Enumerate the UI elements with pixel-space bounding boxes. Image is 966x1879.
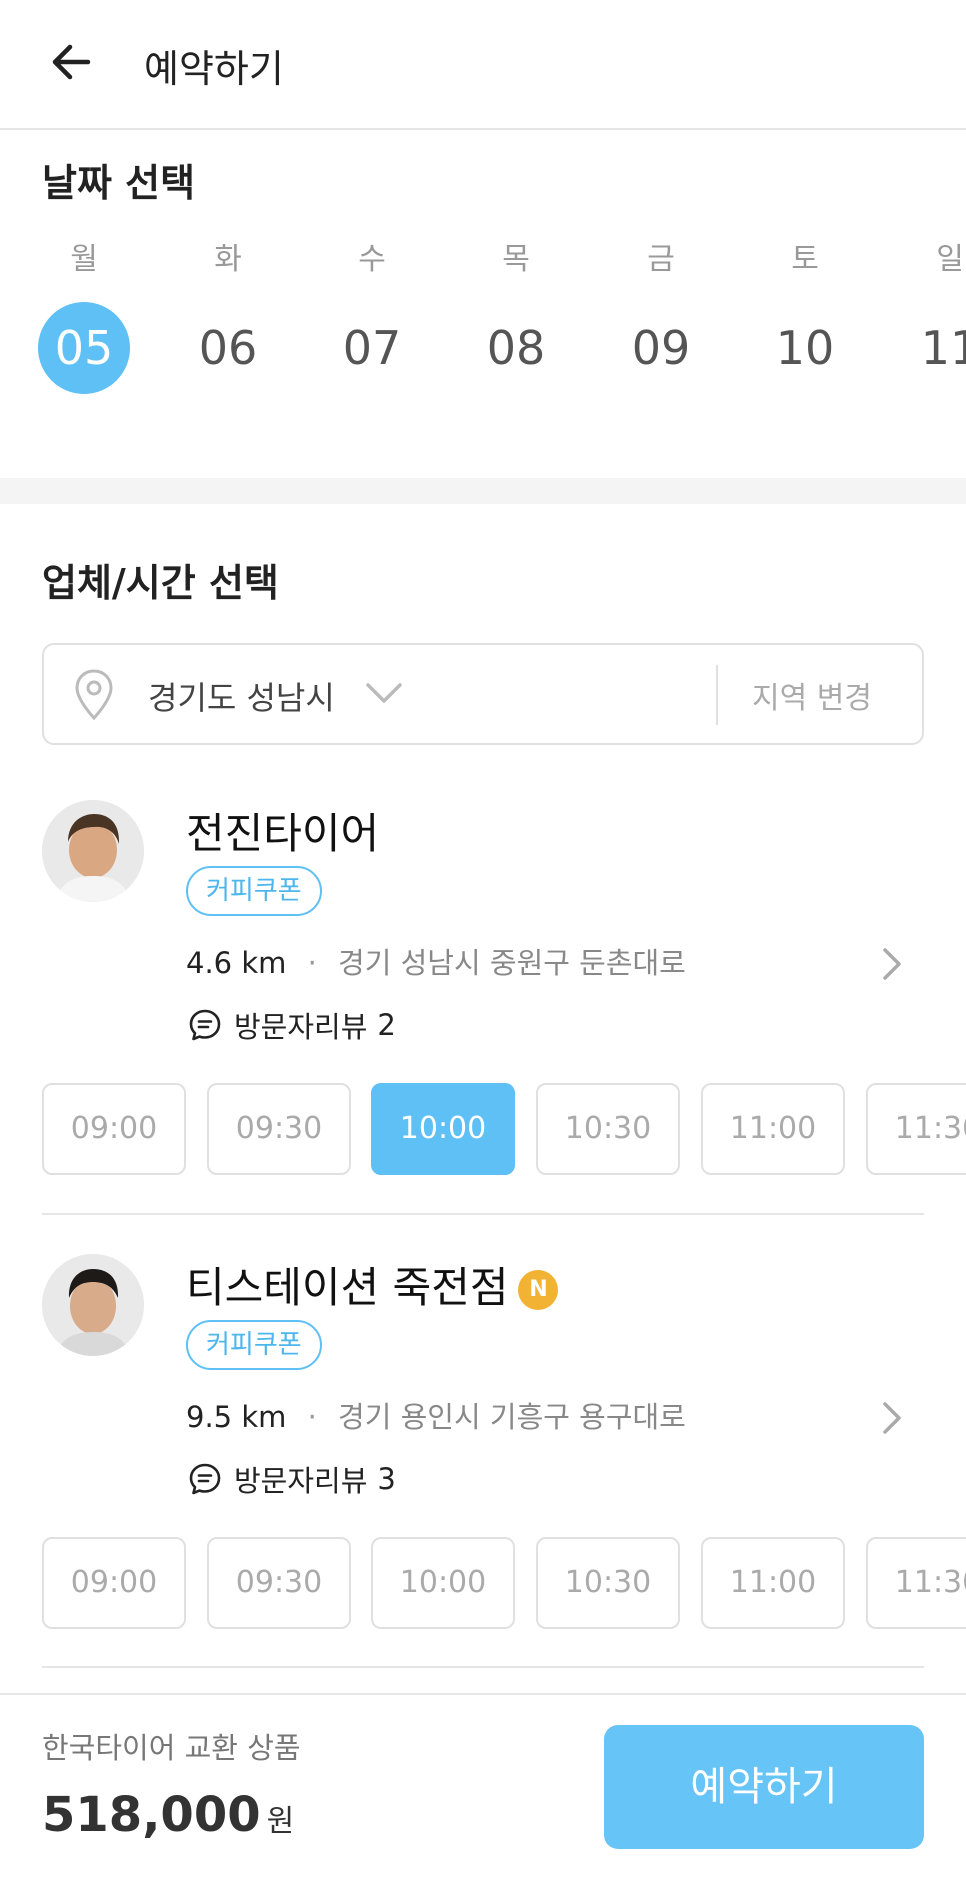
- review-label: 방문자리뷰: [234, 1010, 368, 1044]
- time-slot[interactable]: 11:00: [701, 1537, 845, 1629]
- date-number: 06: [198, 321, 258, 375]
- time-slot[interactable]: 11:30: [866, 1537, 966, 1629]
- weekday-label: 금: [647, 242, 675, 277]
- location-pin-icon: [75, 669, 113, 721]
- date-item-10[interactable]: 토 10: [750, 240, 860, 394]
- review-count: 2: [377, 1008, 396, 1042]
- new-badge: N: [518, 1270, 559, 1310]
- address: 경기 용인시 기흥구 용구대로: [338, 1400, 686, 1434]
- date-item-06[interactable]: 화 06: [173, 240, 283, 394]
- shop-name[interactable]: 티스테이션 죽전점 N: [186, 1254, 559, 1315]
- weekday-label: 화: [214, 242, 242, 277]
- divider: [42, 1666, 924, 1668]
- app-header: 예약하기: [0, 0, 966, 130]
- avatar: [42, 800, 144, 902]
- time-slot[interactable]: 10:30: [536, 1537, 680, 1629]
- coupon-badge: 커피쿠폰: [186, 1320, 322, 1370]
- date-number: 09: [631, 321, 691, 375]
- total-price: 518,000 원: [42, 1787, 294, 1843]
- date-item-07[interactable]: 수 07: [317, 240, 427, 394]
- shop-name-text: 티스테이션 죽전점: [186, 1263, 509, 1312]
- distance: 4.6 km: [186, 946, 287, 980]
- date-item-09[interactable]: 금 09: [606, 240, 716, 394]
- address: 경기 성남시 중원구 둔촌대로: [338, 946, 686, 980]
- shop-meta: 4.6 km · 경기 성남시 중원구 둔촌대로: [186, 940, 686, 982]
- separator: ·: [307, 1400, 317, 1434]
- distance: 9.5 km: [186, 1400, 287, 1434]
- weekday-label: 토: [791, 242, 819, 277]
- review-link[interactable]: 방문자리뷰 3: [188, 1458, 396, 1500]
- time-slot[interactable]: 09:30: [207, 1537, 351, 1629]
- separator: ·: [307, 946, 317, 980]
- time-slot[interactable]: 09:30: [207, 1083, 351, 1175]
- vendor-section-title: 업체/시간 선택: [42, 561, 279, 605]
- avatar: [42, 1254, 144, 1356]
- time-slot[interactable]: 10:30: [536, 1083, 680, 1175]
- date-number: 05: [38, 302, 130, 394]
- weekday-label: 월: [70, 242, 98, 277]
- currency-unit: 원: [266, 1804, 295, 1839]
- shop-name[interactable]: 전진타이어: [186, 800, 379, 861]
- time-slot[interactable]: 11:00: [701, 1083, 845, 1175]
- weekday-label: 목: [502, 242, 530, 277]
- time-slot[interactable]: 09:00: [42, 1083, 186, 1175]
- time-slot-row: 09:00 09:30 10:00 10:30 11:00 11:30: [0, 1083, 966, 1177]
- chevron-right-icon[interactable]: [880, 946, 904, 982]
- coupon-badge: 커피쿠폰: [186, 866, 322, 916]
- product-label: 한국타이어 교환 상품: [42, 1731, 301, 1765]
- time-slot[interactable]: 09:00: [42, 1537, 186, 1629]
- arrow-left-icon: [52, 44, 91, 80]
- back-button[interactable]: [44, 34, 100, 90]
- divider: [716, 665, 718, 725]
- date-number: 11: [920, 321, 966, 375]
- chevron-down-icon[interactable]: [364, 681, 404, 705]
- divider: [42, 1213, 924, 1215]
- review-label: 방문자리뷰: [234, 1464, 368, 1498]
- review-count: 3: [377, 1462, 396, 1496]
- date-picker: 월 05 화 06 수 07 목 08 금 09 토 10 일 11: [0, 240, 966, 410]
- chat-bubble-icon: [189, 1009, 221, 1041]
- date-number: 08: [486, 321, 546, 375]
- location-selector[interactable]: 경기도 성남시 지역 변경: [42, 643, 924, 745]
- review-link[interactable]: 방문자리뷰 2: [188, 1004, 396, 1046]
- bottom-bar: 한국타이어 교환 상품 518,000 원 예약하기: [0, 1693, 966, 1879]
- time-slot-row: 09:00 09:30 10:00 10:30 11:00 11:30: [0, 1537, 966, 1631]
- chevron-right-icon[interactable]: [880, 1400, 904, 1436]
- price-value: 518,000: [42, 1787, 261, 1843]
- reserve-button[interactable]: 예약하기: [604, 1725, 924, 1849]
- page-title: 예약하기: [144, 47, 284, 91]
- weekday-label: 수: [358, 242, 386, 277]
- time-slot[interactable]: 10:00: [371, 1537, 515, 1629]
- date-item-08[interactable]: 목 08: [461, 240, 571, 394]
- location-value: 경기도 성남시: [148, 679, 335, 717]
- date-item-11[interactable]: 일 11: [895, 240, 966, 394]
- time-slot[interactable]: 11:30: [866, 1083, 966, 1175]
- weekday-label: 일: [936, 242, 964, 277]
- date-number: 10: [775, 321, 835, 375]
- section-separator: [0, 478, 966, 504]
- chat-bubble-icon: [189, 1463, 221, 1495]
- shop-meta: 9.5 km · 경기 용인시 기흥구 용구대로: [186, 1394, 686, 1436]
- change-region-button[interactable]: 지역 변경: [752, 673, 872, 717]
- date-item-05[interactable]: 월 05: [29, 240, 139, 394]
- time-slot-selected[interactable]: 10:00: [371, 1083, 515, 1175]
- date-number: 07: [342, 321, 402, 375]
- date-section-title: 날짜 선택: [42, 161, 196, 205]
